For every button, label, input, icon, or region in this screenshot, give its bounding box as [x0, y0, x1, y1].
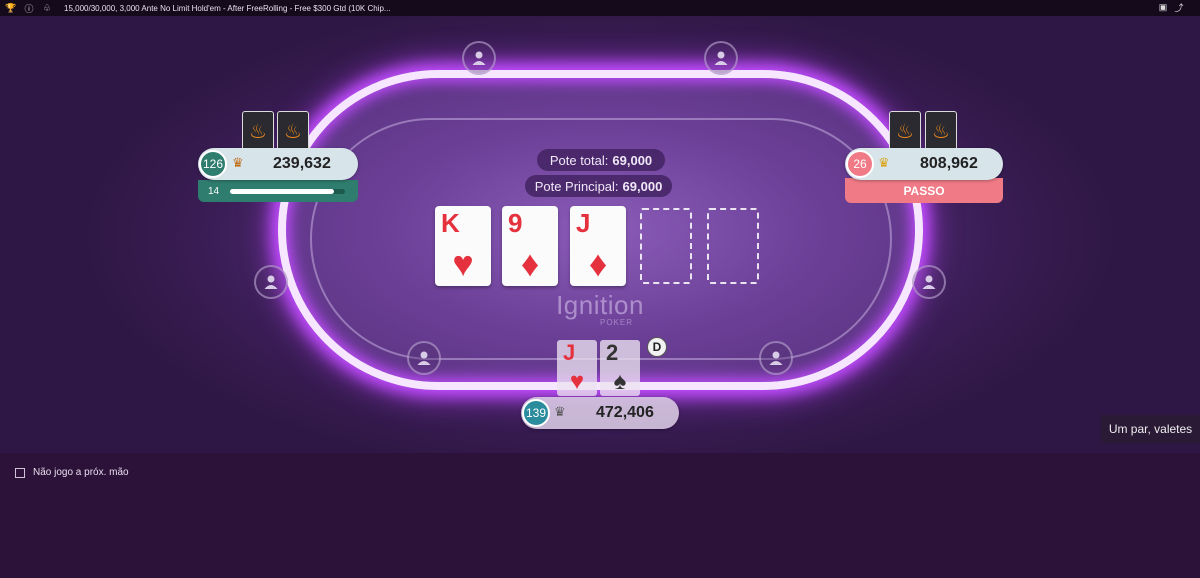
- crown-icon: ♛: [554, 404, 566, 419]
- ignition-logo-icon: ♨: [896, 120, 914, 143]
- brand-sub: POKER: [600, 318, 634, 327]
- board-card: 9 ♦: [502, 206, 558, 286]
- board-card: K ♥: [435, 206, 491, 286]
- main-pot-label: Pote Principal:: [534, 178, 619, 194]
- ignition-logo-icon: ♨: [932, 120, 950, 143]
- ignition-logo-icon: ♨: [249, 120, 267, 143]
- board-card: J ♦: [570, 206, 626, 286]
- empty-seat[interactable]: [407, 341, 441, 375]
- empty-seat[interactable]: [704, 41, 738, 75]
- cards-icon[interactable]: ♧: [42, 3, 52, 13]
- stack-amount: 472,406: [596, 404, 654, 421]
- main-pot-value: 69,000: [622, 178, 663, 194]
- action-bar: [0, 453, 1200, 578]
- info-icon[interactable]: ⓘ: [24, 3, 34, 14]
- card-rank: 2: [606, 340, 619, 365]
- empty-seat[interactable]: [462, 41, 496, 75]
- player-panel-left[interactable]: 126 ♛ 239,632: [198, 148, 358, 180]
- total-pot-label: Pote total:: [549, 152, 609, 168]
- hole-card: 2 ♠: [600, 340, 640, 396]
- share-icon[interactable]: ⤴: [1174, 2, 1184, 13]
- title-bar: 🏆 ⓘ ♧ 15,000/30,000, 3,000 Ante No Limit…: [0, 0, 1200, 16]
- table-title: 15,000/30,000, 3,000 Ante No Limit Hold'…: [64, 3, 391, 13]
- board-slot-empty: [707, 208, 759, 284]
- crown-icon: ♛: [878, 155, 890, 170]
- card-back: ♨: [277, 111, 309, 151]
- sit-out-next-hand[interactable]: Não jogo a próx. mão: [15, 467, 129, 478]
- sit-out-label: Não jogo a próx. mão: [33, 467, 129, 478]
- user-icon: [264, 275, 278, 289]
- crown-icon: ♛: [232, 155, 244, 170]
- user-icon: [417, 351, 431, 365]
- empty-seat[interactable]: [912, 265, 946, 299]
- stack-amount: 239,632: [273, 155, 331, 172]
- hand-strength-label: Um par, valetes: [1101, 415, 1200, 443]
- dealer-button: D: [647, 337, 667, 357]
- level-badge: 126: [199, 150, 227, 178]
- layout-icon[interactable]: ▣: [1158, 2, 1168, 12]
- sit-out-checkbox[interactable]: [15, 467, 25, 478]
- spade-icon: ♠: [613, 368, 627, 395]
- total-pot: Pote total: 69,000: [537, 149, 665, 171]
- ignition-logo-icon: ♨: [284, 120, 302, 143]
- timer-bar: [230, 189, 345, 194]
- empty-seat[interactable]: [759, 341, 793, 375]
- heart-icon: ♥: [452, 243, 474, 284]
- card-rank: 9: [508, 208, 523, 238]
- user-icon: [472, 51, 486, 65]
- diamond-icon: ♦: [520, 243, 540, 284]
- empty-seat[interactable]: [254, 265, 288, 299]
- player-panel-right[interactable]: 26 ♛ 808,962: [845, 148, 1003, 180]
- stack-amount: 808,962: [920, 155, 978, 172]
- trophy-icon[interactable]: 🏆: [5, 3, 16, 13]
- user-icon: [922, 275, 936, 289]
- total-pot-value: 69,000: [612, 152, 653, 168]
- user-icon: [714, 51, 728, 65]
- action-label: PASSO: [845, 178, 1003, 203]
- hole-card: J ♥: [557, 340, 597, 396]
- card-rank: J: [576, 208, 591, 238]
- card-back: ♨: [242, 111, 274, 151]
- user-icon: [769, 351, 783, 365]
- level-badge: 139: [522, 399, 550, 427]
- card-back: ♨: [889, 111, 921, 151]
- board-slot-empty: [640, 208, 692, 284]
- level-badge: 26: [846, 150, 874, 178]
- card-back: ♨: [925, 111, 957, 151]
- heart-icon: ♥: [569, 368, 585, 395]
- card-rank: K: [441, 208, 460, 238]
- brand-logo: Ignition: [556, 290, 644, 320]
- timer-label: 14: [208, 185, 220, 197]
- card-rank: J: [563, 340, 576, 365]
- player-panel-hero[interactable]: 139 ♛ 472,406: [521, 397, 679, 429]
- diamond-icon: ♦: [588, 243, 608, 284]
- main-pot: Pote Principal: 69,000: [525, 175, 672, 197]
- timer-fill: [230, 189, 334, 194]
